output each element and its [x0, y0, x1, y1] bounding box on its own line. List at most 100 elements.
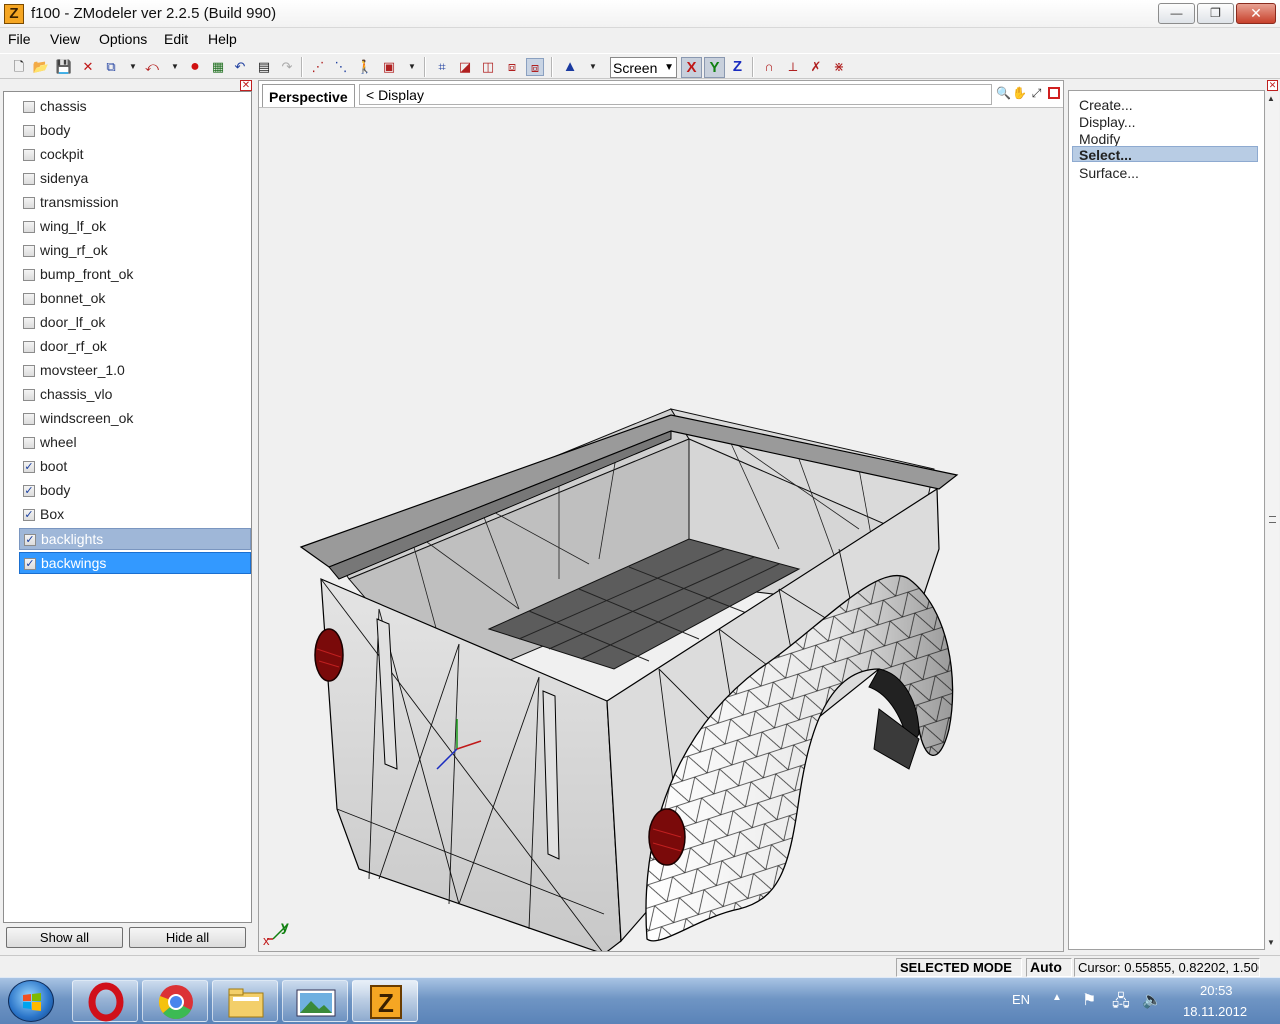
visibility-checkbox[interactable]: [23, 197, 35, 209]
maximize-viewport-icon[interactable]: ⤢: [1029, 86, 1044, 101]
snap-cross-icon[interactable]: ✗: [807, 58, 825, 76]
zmodeler-app-icon[interactable]: Z: [4, 4, 24, 24]
snap-axes-icon[interactable]: ⟂: [784, 58, 802, 76]
visibility-checkbox[interactable]: [23, 149, 35, 161]
list-item[interactable]: windscreen_ok: [19, 408, 251, 430]
clock-time[interactable]: 20:53: [1200, 983, 1233, 998]
cube-mode-icon[interactable]: ◫: [479, 58, 497, 76]
menu-help[interactable]: Help: [208, 31, 237, 47]
list-item[interactable]: door_lf_ok: [19, 312, 251, 334]
show-all-button[interactable]: Show all: [6, 927, 123, 948]
scroll-up-icon[interactable]: ▲: [1267, 94, 1275, 103]
visibility-checkbox[interactable]: ✓: [24, 558, 36, 570]
select-group-icon[interactable]: ▣: [380, 58, 398, 76]
texture-icon[interactable]: ▦: [209, 58, 227, 76]
polygon-mode-icon[interactable]: ◪: [456, 58, 474, 76]
list-item[interactable]: bonnet_ok: [19, 288, 251, 310]
undo-icon[interactable]: ↶: [231, 58, 249, 76]
taskbar-zmodeler[interactable]: Z: [352, 980, 418, 1022]
box-mode-icon[interactable]: ⧈: [526, 58, 544, 76]
visibility-checkbox[interactable]: [23, 365, 35, 377]
scroll-grip-icon[interactable]: [1269, 516, 1276, 523]
axis-y-toggle[interactable]: Y: [704, 57, 725, 78]
list-item[interactable]: ✓ backlights: [19, 528, 251, 550]
visibility-checkbox[interactable]: [23, 317, 35, 329]
list-item[interactable]: ✓ body: [19, 480, 251, 502]
visibility-checkbox[interactable]: [23, 173, 35, 185]
visibility-checkbox[interactable]: [23, 293, 35, 305]
taskbar-opera[interactable]: [72, 980, 138, 1022]
visibility-checkbox[interactable]: [23, 341, 35, 353]
command-item[interactable]: Display...: [1079, 114, 1136, 130]
viewport-display-crumb[interactable]: < Display: [359, 84, 992, 105]
visibility-checkbox[interactable]: [23, 389, 35, 401]
menu-options[interactable]: Options: [99, 31, 147, 47]
list-item[interactable]: ✓ boot: [19, 456, 251, 478]
list-item[interactable]: chassis_vlo: [19, 384, 251, 406]
viewport-tab-perspective[interactable]: Perspective: [262, 84, 355, 107]
visibility-checkbox[interactable]: [23, 221, 35, 233]
taskbar-explorer[interactable]: [212, 980, 278, 1022]
list-item[interactable]: ✓ Box: [19, 504, 251, 526]
panel-close-icon[interactable]: ✕: [240, 80, 252, 91]
magnet-icon[interactable]: ∩: [760, 58, 778, 76]
select-objects-icon[interactable]: 🚶: [356, 58, 374, 76]
new-file-icon[interactable]: 🗋: [10, 58, 28, 76]
visibility-checkbox[interactable]: ✓: [23, 485, 35, 497]
viewport-close-icon[interactable]: [1048, 87, 1060, 99]
menu-file[interactable]: File: [8, 31, 31, 47]
list-item[interactable]: body: [19, 120, 251, 142]
taskbar-picture-viewer[interactable]: [282, 980, 348, 1022]
axis-z-toggle[interactable]: Z: [727, 57, 748, 78]
visibility-checkbox[interactable]: ✓: [24, 534, 36, 546]
zoom-icon[interactable]: 🔍: [996, 86, 1011, 101]
start-button[interactable]: [8, 980, 54, 1022]
pan-hand-icon[interactable]: ✋: [1012, 86, 1027, 101]
visibility-checkbox[interactable]: [23, 101, 35, 113]
select-vertices-icon[interactable]: ⋰: [309, 58, 327, 76]
network-icon[interactable]: 🖧: [1112, 990, 1130, 1017]
import-icon[interactable]: ⧉: [102, 58, 120, 76]
vertex-mode-icon[interactable]: ⌗: [433, 58, 451, 76]
object-mode-icon[interactable]: ⧈: [503, 58, 521, 76]
list-item[interactable]: ✓ backwings: [19, 552, 251, 574]
save-icon[interactable]: 💾: [55, 58, 73, 76]
clock-date[interactable]: 18.11.2012: [1183, 1004, 1247, 1019]
axis-x-toggle[interactable]: X: [681, 57, 702, 78]
record-icon[interactable]: ●: [186, 58, 204, 76]
visibility-checkbox[interactable]: [23, 245, 35, 257]
minimize-button[interactable]: —: [1158, 3, 1195, 24]
objects-list[interactable]: chassis body cockpit sidenya transmission win…: [3, 91, 252, 923]
delete-icon[interactable]: ✕: [79, 58, 97, 76]
select-edges-icon[interactable]: ⋱: [332, 58, 350, 76]
import-dropdown-icon[interactable]: ▼: [124, 58, 142, 76]
history-dropdown-icon[interactable]: ▼: [166, 58, 184, 76]
command-item[interactable]: Create...: [1079, 97, 1133, 113]
viewport-canvas[interactable]: y x: [259, 109, 1063, 951]
list-item[interactable]: transmission: [19, 192, 251, 214]
document-icon[interactable]: ▤: [255, 58, 273, 76]
list-item[interactable]: sidenya: [19, 168, 251, 190]
list-item[interactable]: door_rf_ok: [19, 336, 251, 358]
menu-edit[interactable]: Edit: [164, 31, 188, 47]
select-dropdown-icon[interactable]: ▼: [403, 58, 421, 76]
undo-history-icon[interactable]: ⤺: [143, 58, 161, 76]
redo-icon[interactable]: ↷: [278, 58, 296, 76]
list-item[interactable]: wing_rf_ok: [19, 240, 251, 262]
snap-grid-icon[interactable]: ⋇: [830, 58, 848, 76]
list-item[interactable]: wing_lf_ok: [19, 216, 251, 238]
coordinate-mode-select[interactable]: Screen ▼: [610, 57, 677, 78]
open-folder-icon[interactable]: 📂: [32, 58, 50, 76]
visibility-checkbox[interactable]: [23, 437, 35, 449]
list-item[interactable]: bump_front_ok: [19, 264, 251, 286]
pivot-icon[interactable]: ▲: [561, 58, 579, 76]
list-item[interactable]: chassis: [19, 96, 251, 118]
action-center-flag-icon[interactable]: ⚑: [1082, 990, 1096, 1010]
volume-icon[interactable]: 🔈: [1142, 990, 1162, 1010]
taskbar-chrome[interactable]: [142, 980, 208, 1022]
hide-all-button[interactable]: Hide all: [129, 927, 246, 948]
list-item[interactable]: cockpit: [19, 144, 251, 166]
panel-close-icon[interactable]: ✕: [1267, 80, 1278, 91]
close-button[interactable]: ✕: [1236, 3, 1276, 24]
command-item[interactable]: Surface...: [1079, 165, 1139, 181]
